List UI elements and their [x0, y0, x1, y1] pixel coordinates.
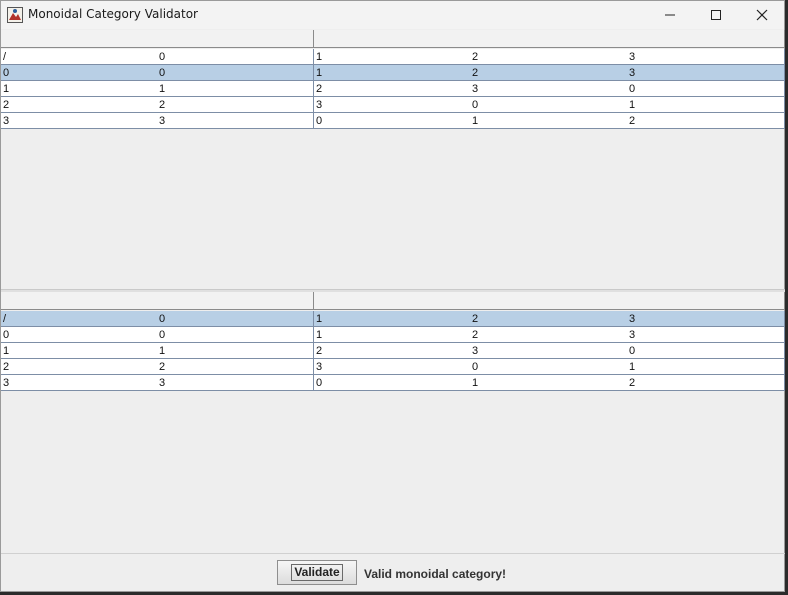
table-cell[interactable]: 1 [314, 49, 471, 65]
table-cell[interactable]: 0 [157, 49, 314, 65]
table-cell[interactable]: 3 [627, 311, 785, 327]
table-cell[interactable]: 2 [470, 327, 628, 343]
table-row[interactable]: 33012 [1, 113, 785, 129]
table-cell[interactable]: 2 [470, 49, 628, 65]
table-cell[interactable]: 1 [314, 65, 471, 81]
table-cell[interactable]: 3 [314, 97, 471, 113]
table-cell[interactable]: 2 [314, 81, 471, 97]
table-cell[interactable]: 1 [157, 343, 314, 359]
table-cell[interactable]: 3 [627, 65, 785, 81]
table-row[interactable]: 22301 [1, 359, 785, 375]
table-cell[interactable]: 0 [157, 311, 314, 327]
column-header[interactable] [627, 292, 785, 310]
table-row[interactable]: /0 1 2 3 [1, 311, 785, 327]
column-header[interactable] [157, 292, 314, 310]
validate-button[interactable]: Validate [277, 560, 357, 585]
table-cell[interactable]: 0 [157, 65, 314, 81]
table-row[interactable]: 33012 [1, 375, 785, 391]
table-cell[interactable]: 3 [157, 375, 314, 391]
maximize-icon [711, 10, 721, 20]
table-cell[interactable]: 2 [1, 359, 158, 375]
column-header[interactable] [157, 30, 314, 48]
close-button[interactable] [739, 1, 785, 29]
table-cell[interactable]: 2 [627, 375, 785, 391]
table-cell[interactable]: 2 [1, 97, 158, 113]
table-cell[interactable]: 1 [470, 113, 628, 129]
table-cell[interactable]: 2 [314, 343, 471, 359]
table-row[interactable]: 11230 [1, 343, 785, 359]
table-cell[interactable]: / [1, 311, 158, 327]
table-row[interactable]: 22301 [1, 97, 785, 113]
column-header[interactable] [470, 30, 628, 48]
table-cell[interactable]: 3 [627, 49, 785, 65]
column-header[interactable] [627, 30, 785, 48]
table-cell[interactable]: 0 [1, 65, 158, 81]
table-cell[interactable]: 2 [157, 359, 314, 375]
table-cell[interactable]: 0 [470, 97, 628, 113]
table-cell[interactable]: 2 [157, 97, 314, 113]
close-icon [756, 9, 768, 21]
table-cell[interactable]: 0 [314, 113, 471, 129]
app-window: Monoidal Category Validator /0 1 2 3 0 0 1 2 3 1 1… [0, 0, 785, 592]
table-cell[interactable]: 1 [157, 81, 314, 97]
table-cell[interactable]: 3 [470, 81, 628, 97]
table-cell[interactable]: 0 [627, 343, 785, 359]
window-title: Monoidal Category Validator [28, 7, 198, 21]
table-cell[interactable]: 3 [1, 113, 158, 129]
table-row[interactable]: 00123 [1, 327, 785, 343]
table-cell[interactable]: 2 [470, 311, 628, 327]
column-header[interactable] [314, 292, 471, 310]
column-header[interactable] [314, 30, 471, 48]
table-cell[interactable]: 3 [314, 359, 471, 375]
table-header [1, 30, 785, 49]
table-cell[interactable]: 0 [314, 375, 471, 391]
table-cell[interactable]: / [1, 49, 158, 65]
table-cell[interactable]: 3 [1, 375, 158, 391]
table-cell[interactable]: 2 [627, 113, 785, 129]
table-cell[interactable]: 2 [470, 65, 628, 81]
column-header[interactable] [1, 292, 158, 310]
table-cell[interactable]: 0 [1, 327, 158, 343]
table-cell[interactable]: 1 [314, 311, 471, 327]
table-cell[interactable]: 3 [157, 113, 314, 129]
minimize-button[interactable] [647, 1, 693, 29]
table-header [1, 292, 785, 311]
status-message: Valid monoidal category! [364, 567, 507, 581]
table-cell[interactable]: 1 [627, 97, 785, 113]
table-cell[interactable]: 1 [627, 359, 785, 375]
column-header[interactable] [1, 30, 158, 48]
validate-button-label: Validate [291, 564, 343, 581]
table-cell[interactable]: 1 [1, 343, 158, 359]
table-cell[interactable]: 0 [157, 327, 314, 343]
table-row[interactable]: 11230 [1, 81, 785, 97]
maximize-button[interactable] [693, 1, 739, 29]
table-cell[interactable]: 0 [627, 81, 785, 97]
table-cell[interactable]: 3 [470, 343, 628, 359]
table-cell[interactable]: 1 [470, 375, 628, 391]
column-header[interactable] [470, 292, 628, 310]
table-row[interactable]: /0 1 2 3 [1, 49, 785, 65]
title-bar[interactable]: Monoidal Category Validator [1, 1, 784, 29]
java-app-icon [7, 7, 23, 23]
table-cell[interactable]: 1 [314, 327, 471, 343]
table-cell[interactable]: 0 [470, 359, 628, 375]
minimize-icon [665, 14, 675, 16]
table-row[interactable]: 00123 [1, 65, 785, 81]
table-cell[interactable]: 1 [1, 81, 158, 97]
table-cell[interactable]: 3 [627, 327, 785, 343]
